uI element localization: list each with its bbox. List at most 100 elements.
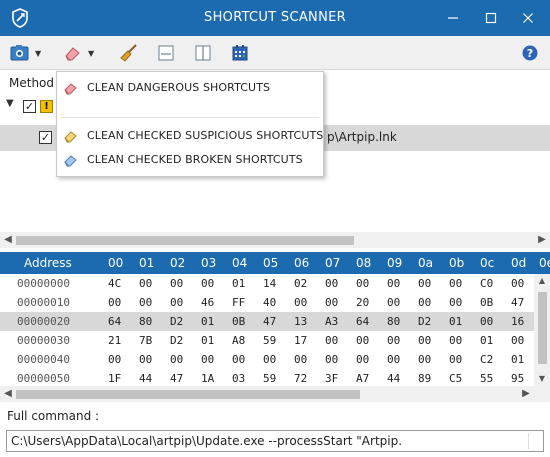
hex-byte: C0	[480, 277, 494, 290]
hex-byte: 00	[511, 334, 525, 347]
hex-row[interactable]: 00000010 00 00 00 46 FF 40 00 00 20 00 0…	[0, 293, 534, 312]
hex-byte: 1A	[201, 372, 215, 385]
clean-dropdown-menu: CLEAN DANGEROUS SHORTCUTS CLEAN CHECKED …	[56, 71, 324, 177]
menu-item-clean-dangerous[interactable]: CLEAN DANGEROUS SHORTCUTS	[57, 77, 323, 99]
menu-item-clean-suspicious[interactable]: CLEAN CHECKED SUSPICIOUS SHORTCUTS	[57, 125, 323, 147]
hex-byte: 80	[387, 315, 401, 328]
scroll-up-icon[interactable]: ▲	[534, 274, 550, 288]
hex-byte: 00	[294, 353, 308, 366]
scroll-right-icon[interactable]: ▶	[534, 232, 550, 248]
scroll-left-icon[interactable]: ◀	[0, 232, 16, 248]
clean-menu-button[interactable]: ▼	[63, 42, 94, 64]
hex-byte: 00	[201, 277, 215, 290]
view-single-button[interactable]	[157, 42, 175, 64]
hex-byte: 00	[139, 296, 153, 309]
hex-address: 00000040	[17, 353, 70, 366]
hex-byte: 03	[232, 372, 246, 385]
hex-row[interactable]: 00000050 1F 44 47 1A 03 59 72 3F A7 44 8…	[0, 369, 534, 386]
hex-byte: D2	[418, 315, 432, 328]
hex-byte: 64	[108, 315, 122, 328]
hex-byte: 00	[387, 296, 401, 309]
field-scroll-handle[interactable]	[528, 433, 540, 449]
hex-byte: 59	[263, 334, 277, 347]
hex-byte: 89	[418, 372, 432, 385]
hex-vertical-scrollbar[interactable]: ▲ ▼	[534, 274, 550, 386]
hex-header-col: 0a	[418, 256, 433, 270]
hex-byte: 47	[170, 372, 184, 385]
eraser-blue-icon	[64, 155, 77, 167]
hex-horizontal-scrollbar[interactable]: ◀ ▶	[0, 386, 550, 402]
scroll-right-icon[interactable]: ▶	[518, 386, 534, 402]
scrollbar-thumb[interactable]	[16, 236, 354, 245]
group-checkbox[interactable]: ✓	[23, 100, 36, 113]
hex-byte: 4C	[108, 277, 122, 290]
menu-separator	[61, 117, 319, 118]
hex-byte: 64	[356, 315, 370, 328]
hex-byte: 00	[170, 277, 184, 290]
hex-byte: C5	[449, 372, 463, 385]
scroll-left-icon[interactable]: ◀	[0, 386, 16, 402]
scan-icon	[10, 45, 29, 61]
menu-item-clean-broken[interactable]: CLEAN CHECKED BROKEN SHORTCUTS	[57, 149, 323, 171]
view-split-button[interactable]	[194, 42, 212, 64]
shortcut-path: p\Artpip.lnk	[327, 130, 397, 144]
title-bar: SHORTCUT SCANNER	[0, 0, 550, 36]
hex-row-selected[interactable]: 00000020 64 80 D2 01 0B 47 13 A3 64 80 D…	[0, 312, 534, 331]
hex-header-col: 0d	[511, 256, 527, 270]
hex-row[interactable]: 00000030 21 7B D2 01 A8 59 17 00 00 00 0…	[0, 331, 534, 350]
tree-horizontal-scrollbar[interactable]: ◀ ▶	[0, 232, 550, 248]
schedule-button[interactable]	[231, 42, 249, 64]
close-button[interactable]	[511, 0, 545, 36]
hex-byte: 3F	[325, 372, 339, 385]
scroll-down-icon[interactable]: ▼	[534, 372, 550, 386]
hex-byte: 72	[294, 372, 308, 385]
hex-byte: 00	[139, 353, 153, 366]
eraser-yellow-icon	[64, 131, 77, 143]
hex-byte: 20	[356, 296, 370, 309]
eraser-icon	[65, 47, 80, 61]
full-command-value: C:\Users\AppData\Local\artpip\Update.exe…	[11, 434, 403, 448]
hex-byte: 95	[511, 372, 525, 385]
broom-button[interactable]	[119, 42, 139, 64]
hex-byte: C2	[480, 353, 494, 366]
item-checkbox[interactable]: ✓	[39, 131, 52, 144]
hex-byte: 00	[170, 353, 184, 366]
hex-byte: 01	[511, 353, 525, 366]
hex-header-col: 0c	[480, 256, 495, 270]
calendar-icon	[232, 45, 248, 61]
toolbar: ▼ ▼ ?	[0, 36, 550, 70]
maximize-button[interactable]	[474, 0, 508, 36]
hex-header: Address 00 01 02 03 04 05 06 07 08 09 0a…	[0, 252, 550, 274]
full-command-field[interactable]: C:\Users\AppData\Local\artpip\Update.exe…	[6, 430, 544, 452]
eraser-red-icon	[64, 83, 77, 95]
hex-byte: 00	[449, 353, 463, 366]
hex-byte: 00	[325, 296, 339, 309]
help-button[interactable]: ?	[521, 42, 539, 64]
chevron-down-icon[interactable]: ▼	[6, 98, 14, 109]
hex-header-col: 07	[325, 256, 341, 270]
hex-address: 00000010	[17, 296, 70, 309]
hex-byte: 16	[511, 315, 525, 328]
hex-byte: 1F	[108, 372, 122, 385]
scrollbar-thumb[interactable]	[538, 292, 547, 364]
hex-byte: 55	[480, 372, 494, 385]
full-command-label: Full command :	[7, 409, 100, 423]
hex-viewer[interactable]: 00000000 4C 00 00 00 01 14 02 00 00 00 0…	[0, 274, 534, 386]
hex-byte: 0B	[232, 315, 246, 328]
hex-header-col: 05	[263, 256, 279, 270]
minimize-button[interactable]	[436, 0, 470, 36]
hex-byte: 00	[232, 353, 246, 366]
hex-byte: 00	[449, 277, 463, 290]
hex-row[interactable]: 00000000 4C 00 00 00 01 14 02 00 00 00 0…	[0, 274, 534, 293]
hex-header-col: 0e	[539, 256, 550, 270]
method-column-header[interactable]: Method	[9, 76, 54, 90]
hex-row[interactable]: 00000040 00 00 00 00 00 00 00 00 00 00 0…	[0, 350, 534, 369]
hex-byte: A7	[356, 372, 370, 385]
scan-button[interactable]: ▼	[10, 42, 41, 64]
hex-byte: D2	[170, 334, 184, 347]
hex-byte: 00	[418, 353, 432, 366]
hex-byte: 21	[108, 334, 122, 347]
scrollbar-thumb[interactable]	[16, 390, 360, 399]
hex-byte: 00	[356, 334, 370, 347]
hex-header-col: 03	[201, 256, 217, 270]
